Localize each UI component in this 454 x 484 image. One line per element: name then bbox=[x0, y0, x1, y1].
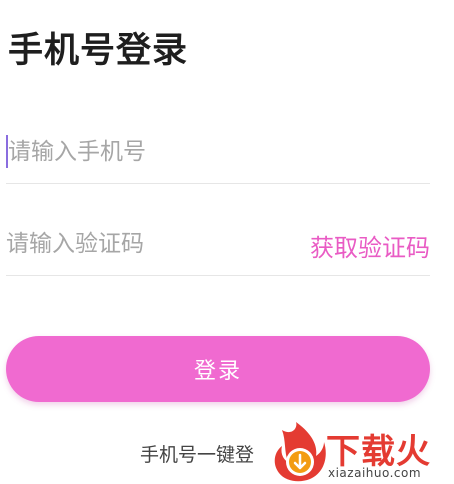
verification-code-field[interactable]: 获取验证码 bbox=[6, 216, 430, 276]
flame-icon bbox=[274, 422, 326, 482]
phone-field[interactable] bbox=[6, 124, 430, 184]
watermark: 下载火 xiazaihuo.com bbox=[264, 420, 454, 484]
login-button[interactable]: 登录 bbox=[6, 336, 430, 402]
page-title: 手机号登录 bbox=[8, 31, 189, 71]
watermark-url: xiazaihuo.com bbox=[328, 466, 422, 480]
phone-input[interactable] bbox=[8, 132, 288, 172]
one-key-login-link[interactable]: 手机号一键登 bbox=[140, 440, 254, 467]
get-code-button[interactable]: 获取验证码 bbox=[310, 228, 430, 263]
verification-code-input[interactable] bbox=[6, 224, 286, 264]
